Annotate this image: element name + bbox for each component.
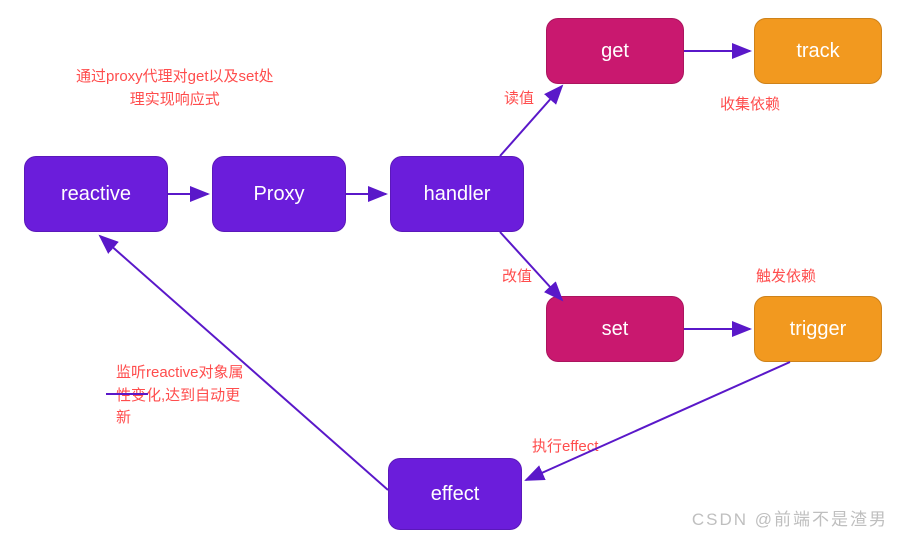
node-track: track [754,18,882,84]
node-label: track [796,40,839,63]
node-proxy: Proxy [212,156,346,232]
watermark: CSDN @前端不是渣男 [692,505,888,530]
label-collect: 收集依赖 [720,94,780,117]
label-exec: 执行effect [532,436,598,459]
node-set: set [546,296,684,362]
label-line: 性变化,达到自动更 [116,387,240,404]
label-text: 收集依赖 [720,96,780,113]
label-text: 触发依赖 [756,268,816,285]
label-fire: 触发依赖 [756,266,816,289]
label-write: 改值 [502,266,532,289]
label-line: 监听reactive对象属 [116,364,244,381]
label-line: 新 [116,409,131,426]
label-proxy-desc: 通过proxy代理对get以及set处 理实现响应式 [76,66,274,111]
label-line: 通过proxy代理对get以及set处 [76,68,274,85]
node-label: Proxy [253,183,304,206]
label-text: 读值 [504,90,534,107]
label-text: 改值 [502,268,532,285]
edge-trigger-effect [526,362,790,480]
node-label: trigger [790,318,847,341]
label-text: 执行effect [532,438,598,455]
label-line: 理实现响应式 [130,91,220,108]
label-read: 读值 [504,88,534,111]
node-label: reactive [61,183,131,206]
node-get: get [546,18,684,84]
node-label: effect [431,483,480,506]
watermark-text: CSDN @前端不是渣男 [692,510,888,529]
node-label: handler [424,183,491,206]
node-effect: effect [388,458,522,530]
node-label: set [602,318,629,341]
node-label: get [601,40,629,63]
node-trigger: trigger [754,296,882,362]
label-watch: 监听reactive对象属 性变化,达到自动更 新 [116,362,244,430]
node-reactive: reactive [24,156,168,232]
node-handler: handler [390,156,524,232]
